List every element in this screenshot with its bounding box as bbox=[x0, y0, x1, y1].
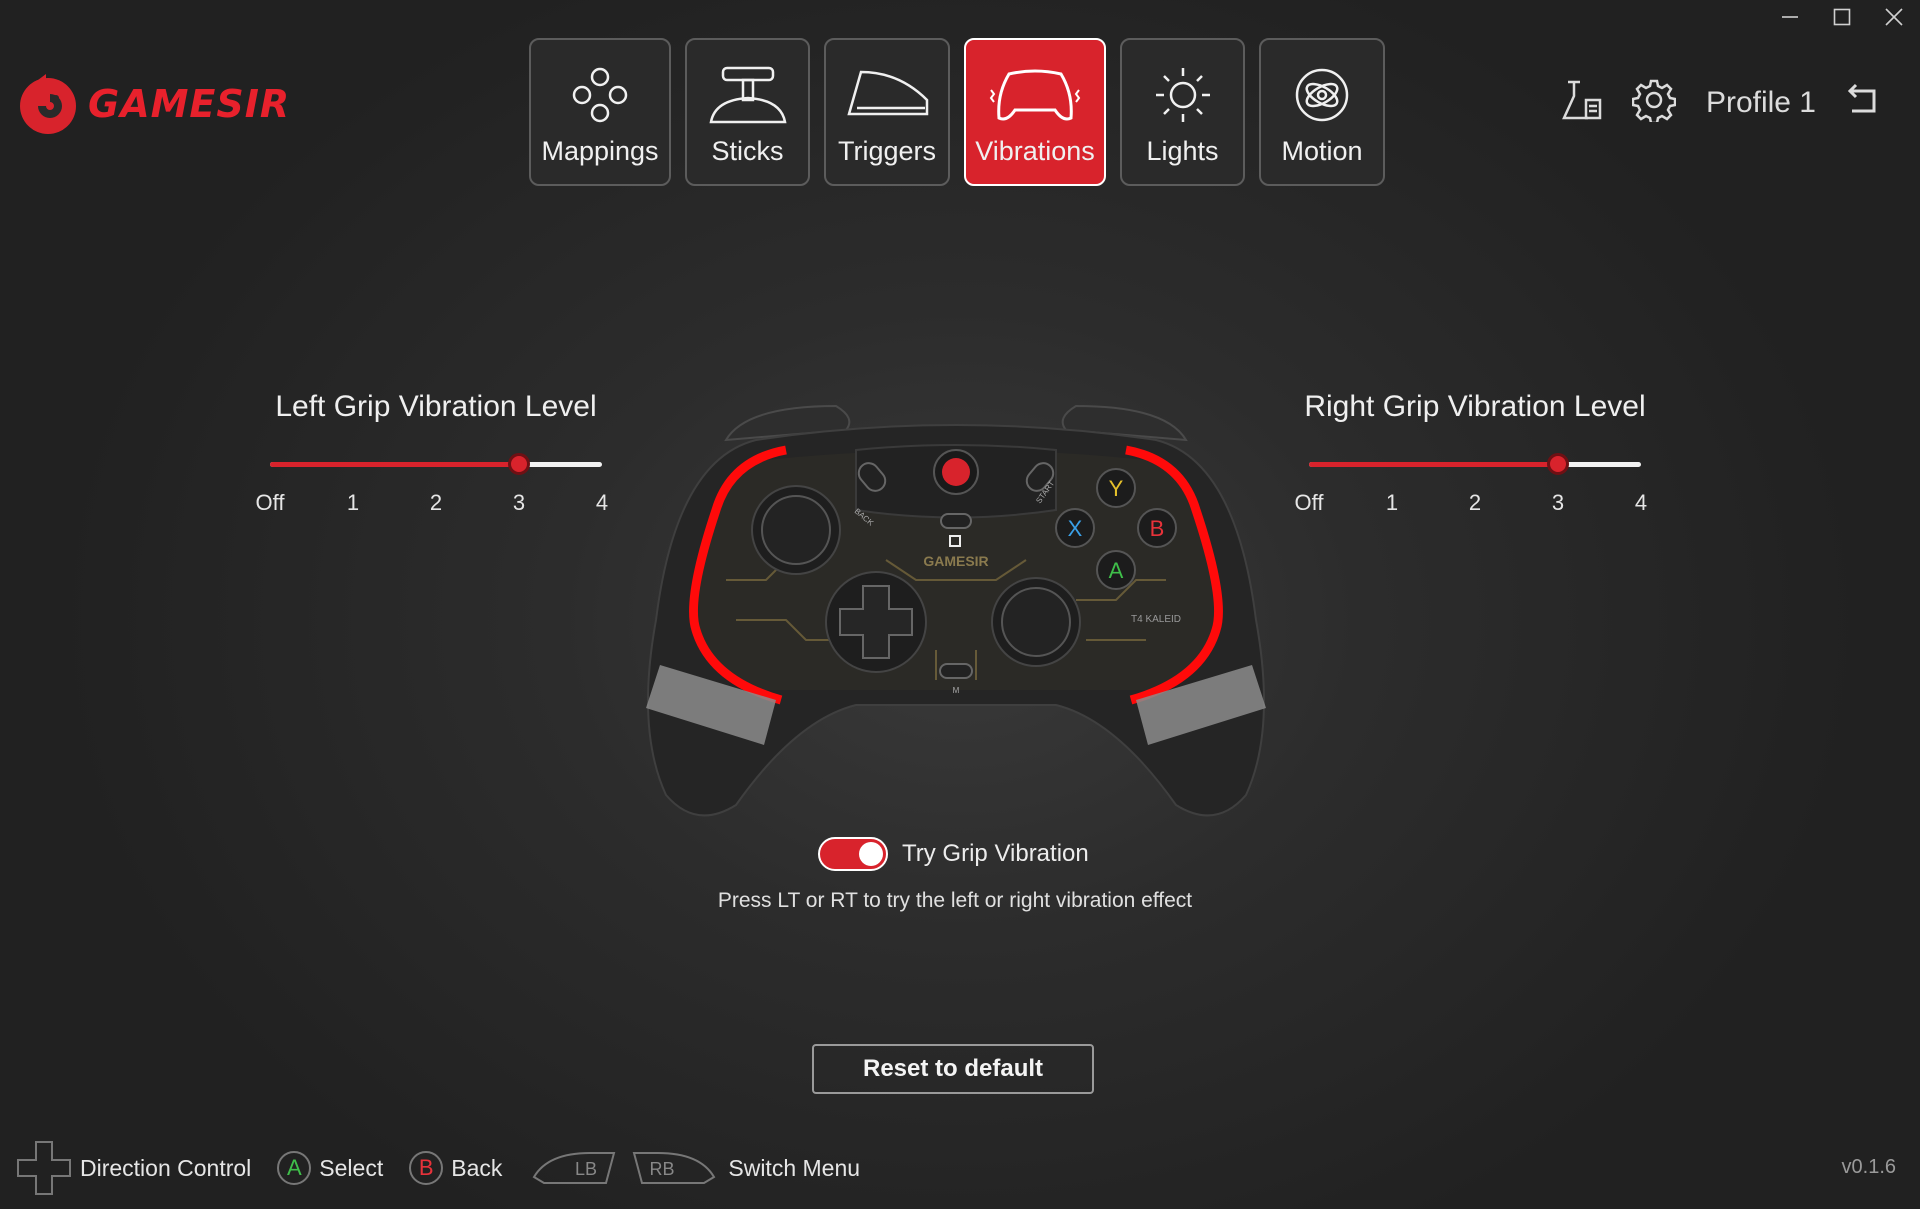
direction-label: Direction Control bbox=[80, 1154, 252, 1181]
tick-label[interactable]: 4 bbox=[596, 490, 608, 516]
tick-label[interactable]: Off bbox=[1295, 490, 1324, 516]
slider-track-fill bbox=[1309, 462, 1558, 467]
right-slider-track[interactable] bbox=[1265, 453, 1685, 475]
brand-logo: GAMESIR bbox=[16, 70, 290, 138]
lb-bumper-icon: LB bbox=[533, 1152, 616, 1184]
tab-label: Sticks bbox=[711, 136, 784, 166]
tick-label[interactable]: 4 bbox=[1635, 490, 1647, 516]
mappings-icon bbox=[569, 62, 631, 128]
controller-illustration: BACK START GAMESIR Y X B A T4 KALEID M bbox=[636, 400, 1276, 830]
reset-to-default-button[interactable]: Reset to default bbox=[812, 1044, 1094, 1094]
profile-name[interactable]: Profile 1 bbox=[1706, 86, 1816, 120]
controller-brand: GAMESIR bbox=[923, 553, 988, 569]
window-controls bbox=[1764, 0, 1920, 34]
switch-menu-hint: LB RB Switch Menu bbox=[528, 1149, 860, 1187]
footer-hints: Direction Control A Select B Back LB RB … bbox=[16, 1140, 874, 1196]
maximize-icon[interactable] bbox=[1816, 0, 1868, 34]
try-vibration-label: Try Grip Vibration bbox=[902, 840, 1089, 867]
x-label: X bbox=[1068, 516, 1083, 541]
tab-label: Vibrations bbox=[975, 136, 1095, 166]
stick-icon bbox=[705, 62, 791, 128]
right-slider-title: Right Grip Vibration Level bbox=[1304, 390, 1646, 423]
tick-label[interactable]: 3 bbox=[513, 490, 525, 516]
tick-label[interactable]: 1 bbox=[347, 490, 359, 516]
try-vibration-hint: Press LT or RT to try the left or right … bbox=[717, 889, 1193, 912]
tab-triggers[interactable]: Triggers bbox=[824, 38, 950, 186]
right-grip-slider: Right Grip Vibration Level Off 1 2 3 4 bbox=[1265, 390, 1685, 520]
tick-label[interactable]: 2 bbox=[430, 490, 442, 516]
tick-label[interactable]: Off bbox=[256, 490, 285, 516]
gamepad-vibration-icon bbox=[987, 62, 1083, 128]
tab-sticks[interactable]: Sticks bbox=[685, 38, 810, 186]
dpad-icon bbox=[17, 1141, 71, 1195]
select-hint: A Select bbox=[277, 1151, 383, 1185]
b-button-icon: B bbox=[409, 1151, 444, 1185]
slider-thumb[interactable] bbox=[1547, 453, 1569, 475]
y-label: Y bbox=[1109, 476, 1124, 501]
tab-label: Mappings bbox=[541, 136, 659, 166]
switch-menu-label: Switch Menu bbox=[728, 1154, 861, 1181]
trigger-icon bbox=[839, 62, 935, 128]
tick-label[interactable]: 1 bbox=[1386, 490, 1398, 516]
close-icon[interactable] bbox=[1868, 0, 1920, 34]
app-version: v0.1.6 bbox=[1841, 1156, 1896, 1178]
header-actions: Profile 1 bbox=[1561, 78, 1880, 127]
back-hint: B Back bbox=[409, 1151, 502, 1185]
right-slider-ticks: Off 1 2 3 4 bbox=[1265, 490, 1685, 520]
b-label: B bbox=[1150, 516, 1165, 541]
left-grip-slider: Left Grip Vibration Level Off 1 2 3 4 bbox=[226, 390, 646, 520]
tab-vibrations[interactable]: Vibrations bbox=[964, 38, 1106, 186]
back-label: Back bbox=[451, 1154, 503, 1181]
slider-thumb[interactable] bbox=[508, 453, 530, 475]
gamesir-logo-icon bbox=[20, 74, 76, 134]
direction-hint: Direction Control bbox=[16, 1140, 251, 1196]
try-grip-vibration: Try Grip Vibration bbox=[818, 837, 1089, 871]
select-label: Select bbox=[319, 1154, 384, 1181]
lab-flask-icon[interactable] bbox=[1561, 78, 1602, 127]
tab-motion[interactable]: Motion bbox=[1259, 38, 1385, 186]
tab-label: Motion bbox=[1281, 136, 1363, 166]
tab-mappings[interactable]: Mappings bbox=[529, 38, 671, 186]
a-button-icon: A bbox=[277, 1151, 312, 1185]
model-label: T4 KALEID bbox=[1131, 614, 1181, 625]
rb-bumper-icon: RB bbox=[633, 1152, 716, 1184]
tab-label: Lights bbox=[1146, 136, 1219, 166]
tab-bar: Mappings Sticks Triggers Vibrations Ligh… bbox=[529, 38, 1385, 186]
tick-label[interactable]: 3 bbox=[1552, 490, 1564, 516]
left-slider-title: Left Grip Vibration Level bbox=[275, 390, 597, 423]
m-label: M bbox=[953, 686, 960, 695]
toggle-knob bbox=[859, 842, 883, 866]
left-slider-ticks: Off 1 2 3 4 bbox=[226, 490, 646, 520]
minimize-icon[interactable] bbox=[1764, 0, 1816, 34]
brand-wordmark: GAMESIR bbox=[88, 82, 291, 126]
rb-label: RB bbox=[650, 1159, 675, 1179]
tab-label: Triggers bbox=[837, 136, 937, 166]
a-label: A bbox=[1109, 558, 1124, 583]
settings-gear-icon[interactable] bbox=[1631, 78, 1677, 127]
try-vibration-toggle[interactable] bbox=[818, 837, 888, 871]
left-slider-track[interactable] bbox=[226, 453, 646, 475]
slider-track-fill bbox=[270, 462, 519, 467]
sun-icon bbox=[1152, 62, 1214, 128]
tab-lights[interactable]: Lights bbox=[1120, 38, 1245, 186]
gyro-icon bbox=[1291, 62, 1353, 128]
tick-label[interactable]: 2 bbox=[1469, 490, 1481, 516]
lb-label: LB bbox=[575, 1159, 597, 1179]
back-arrow-icon[interactable] bbox=[1846, 83, 1880, 122]
